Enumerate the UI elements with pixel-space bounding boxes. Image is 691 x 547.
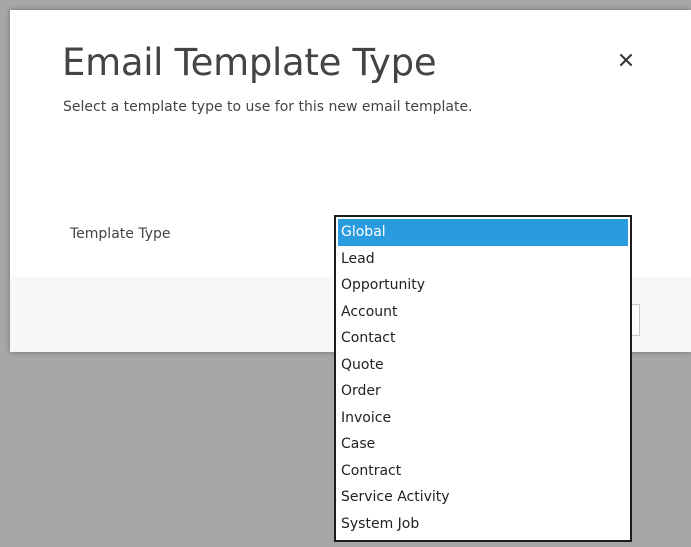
- close-button[interactable]: [614, 48, 638, 72]
- close-icon: [620, 54, 632, 66]
- option-global[interactable]: Global: [338, 219, 628, 246]
- template-type-dropdown[interactable]: Global Lead Opportunity Account Contact …: [334, 215, 632, 542]
- option-system-job[interactable]: System Job: [338, 511, 628, 538]
- dialog-subtitle: Select a template type to use for this n…: [63, 99, 473, 115]
- dialog-title: Email Template Type: [62, 41, 437, 84]
- option-service-activity[interactable]: Service Activity: [338, 484, 628, 511]
- option-quote[interactable]: Quote: [338, 352, 628, 379]
- option-invoice[interactable]: Invoice: [338, 405, 628, 432]
- option-lead[interactable]: Lead: [338, 246, 628, 273]
- option-case[interactable]: Case: [338, 431, 628, 458]
- option-contract[interactable]: Contract: [338, 458, 628, 485]
- option-account[interactable]: Account: [338, 299, 628, 326]
- template-type-label: Template Type: [70, 226, 171, 242]
- option-contact[interactable]: Contact: [338, 325, 628, 352]
- option-opportunity[interactable]: Opportunity: [338, 272, 628, 299]
- option-order[interactable]: Order: [338, 378, 628, 405]
